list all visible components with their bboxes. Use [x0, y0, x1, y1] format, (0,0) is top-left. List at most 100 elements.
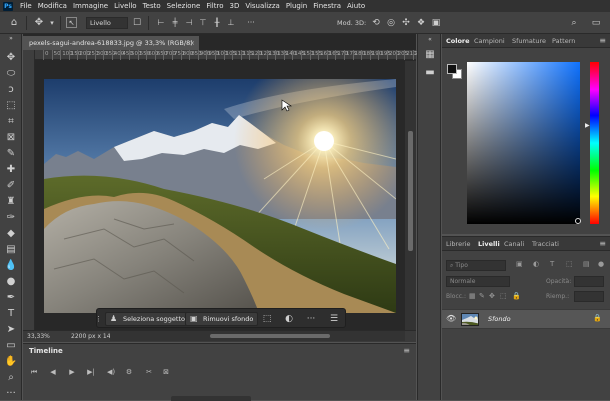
history-brush-tool-icon[interactable]: ✑ — [4, 212, 18, 224]
path-selection-tool-icon[interactable]: ➤ — [4, 324, 18, 336]
align-left-icon[interactable]: ⊢ — [155, 17, 167, 29]
next-frame-icon[interactable]: ▶| — [85, 366, 97, 378]
tab-pattern[interactable]: Pattern — [552, 34, 575, 48]
horizontal-ruler[interactable]: 0 50 100 150 200 250 300 350 400 450 500 550 600 650 7… — [35, 50, 434, 60]
crop-tool-icon[interactable]: ⌗ — [4, 116, 18, 128]
marquee-tool-icon[interactable]: ⬭ — [4, 68, 18, 80]
canvas-image[interactable] — [44, 79, 396, 313]
hue-slider-marker[interactable]: ▶ — [585, 122, 590, 129]
select-subject-button[interactable]: ♟ Seleziona soggetto — [105, 312, 190, 326]
roll-3d-icon[interactable]: ◎ — [385, 17, 397, 29]
document-tab[interactable]: pexels-sagui-andrea-618833.jpg @ 33,3% (… — [23, 36, 199, 50]
visibility-eye-icon[interactable]: 👁 — [446, 314, 456, 323]
zoom-level[interactable]: 33,33% — [27, 331, 50, 342]
more-tools-icon[interactable]: ··· — [4, 388, 18, 400]
scale-3d-icon[interactable]: ▣ — [430, 17, 442, 29]
object-selection-tool-icon[interactable]: ⬚ — [4, 100, 18, 112]
layer-name[interactable]: Sfondo — [488, 310, 511, 329]
menu-file[interactable]: File — [17, 0, 35, 12]
menu-finestra[interactable]: Finestra — [310, 0, 344, 12]
pan-3d-icon[interactable]: ✣ — [400, 17, 412, 29]
blend-mode-dropdown[interactable]: Normale — [446, 276, 510, 287]
brush-tool-icon[interactable]: ✐ — [4, 180, 18, 192]
remove-background-button[interactable]: ▣ Rimuovi sfondo — [185, 312, 259, 326]
frame-tool-icon[interactable]: ⊠ — [4, 132, 18, 144]
menu-immagine[interactable]: Immagine — [70, 0, 111, 12]
filter-adjustment-icon[interactable]: ◐ — [533, 259, 539, 270]
settings-icon[interactable]: ☰ — [327, 312, 341, 326]
layer-row[interactable]: 👁 Sfondo 🔒 — [442, 309, 610, 329]
adjustment-icon[interactable]: ◐ — [282, 312, 296, 326]
align-center-icon[interactable]: ╪ — [169, 17, 181, 29]
lock-position-icon[interactable]: ✥ — [489, 291, 495, 302]
slide-3d-icon[interactable]: ❖ — [415, 17, 427, 29]
tab-campioni[interactable]: Campioni — [474, 34, 505, 48]
filter-type-icon[interactable]: T — [550, 259, 554, 270]
foreground-color-swatch[interactable] — [447, 64, 457, 74]
photoshop-logo-icon[interactable]: Ps — [3, 1, 13, 11]
align-middle-icon[interactable]: ╫ — [211, 17, 223, 29]
menu-livello[interactable]: Livello — [111, 0, 139, 12]
lock-artboard-icon[interactable]: ⬚ — [500, 291, 507, 302]
rotate-3d-icon[interactable]: ⟲ — [370, 17, 382, 29]
menu-selezione[interactable]: Selezione — [164, 0, 204, 12]
transition-icon[interactable]: ⊠ — [160, 366, 172, 378]
menu-modifica[interactable]: Modifica — [35, 0, 70, 12]
gradient-tool-icon[interactable]: ▤ — [4, 244, 18, 256]
lock-image-icon[interactable]: ✎ — [479, 291, 485, 302]
transform-icon[interactable]: ⬚ — [260, 312, 274, 326]
filter-smart-object-icon[interactable]: ▤ — [583, 259, 590, 270]
tab-canali[interactable]: Canali — [504, 237, 524, 251]
lasso-tool-icon[interactable]: ↄ — [4, 84, 18, 96]
zoom-tool-icon[interactable]: ⌕ — [4, 372, 18, 384]
previous-frame-icon[interactable]: ◀ — [47, 366, 59, 378]
audio-icon[interactable]: ◀) — [105, 366, 117, 378]
auto-select-dropdown[interactable]: Livello — [86, 17, 128, 29]
play-icon[interactable]: ▶ — [66, 366, 78, 378]
dodge-tool-icon[interactable]: ● — [4, 276, 18, 288]
vertical-ruler[interactable] — [23, 50, 35, 332]
type-tool-icon[interactable]: T — [4, 308, 18, 320]
filter-toggle-icon[interactable]: ● — [598, 259, 604, 270]
first-frame-icon[interactable]: ⏮ — [28, 366, 40, 378]
eraser-tool-icon[interactable]: ◆ — [4, 228, 18, 240]
align-bottom-icon[interactable]: ⊥ — [225, 17, 237, 29]
align-right-icon[interactable]: ⊣ — [183, 17, 195, 29]
scroll-thumb[interactable] — [408, 131, 413, 251]
more-options-icon[interactable]: ··· — [245, 17, 257, 29]
healing-brush-tool-icon[interactable]: ✚ — [4, 164, 18, 176]
lock-all-icon[interactable]: 🔒 — [512, 291, 521, 302]
collapse-toolbar-icon[interactable]: » — [4, 36, 18, 42]
tab-tracciati[interactable]: Tracciati — [532, 237, 559, 251]
split-icon[interactable]: ✂ — [143, 366, 155, 378]
more-options-icon[interactable]: ··· — [304, 312, 318, 326]
rectangle-tool-icon[interactable]: ▭ — [4, 340, 18, 352]
tab-sfumature[interactable]: Sfumature — [512, 34, 546, 48]
filter-pixel-icon[interactable]: ▣ — [516, 259, 523, 270]
timeline-title[interactable]: Timeline — [29, 347, 63, 355]
move-tool-icon[interactable]: ✥ — [4, 52, 18, 64]
comments-icon[interactable]: ▬ — [423, 66, 437, 80]
menu-testo[interactable]: Testo — [140, 0, 164, 12]
menu-visualizza[interactable]: Visualizza — [242, 0, 282, 12]
color-picker-field[interactable] — [467, 62, 580, 224]
auto-select-icon[interactable]: ↖ — [66, 17, 77, 28]
panel-menu-icon[interactable]: ≡ — [599, 34, 606, 48]
eyedropper-tool-icon[interactable]: ✎ — [4, 148, 18, 160]
create-video-timeline-button[interactable] — [171, 396, 251, 401]
close-icon[interactable]: × — [190, 36, 195, 50]
chevron-down-icon[interactable]: ▾ — [46, 17, 58, 29]
collapse-panels-icon[interactable]: « — [423, 36, 437, 44]
transform-controls-icon[interactable]: ☐ — [131, 17, 143, 29]
menu-filtro[interactable]: Filtro — [203, 0, 226, 12]
hue-slider[interactable] — [590, 62, 599, 224]
color-picker-marker[interactable] — [575, 218, 581, 224]
menu-3d[interactable]: 3D — [226, 0, 242, 12]
panel-menu-icon[interactable]: ≡ — [599, 237, 606, 251]
tab-livelli[interactable]: Livelli — [478, 237, 500, 251]
history-icon[interactable]: ▦ — [423, 48, 437, 62]
blur-tool-icon[interactable]: 💧 — [4, 260, 18, 272]
menu-aiuto[interactable]: Aiuto — [344, 0, 368, 12]
scroll-thumb[interactable] — [210, 334, 330, 338]
lock-transparent-icon[interactable]: ▦ — [469, 291, 476, 302]
